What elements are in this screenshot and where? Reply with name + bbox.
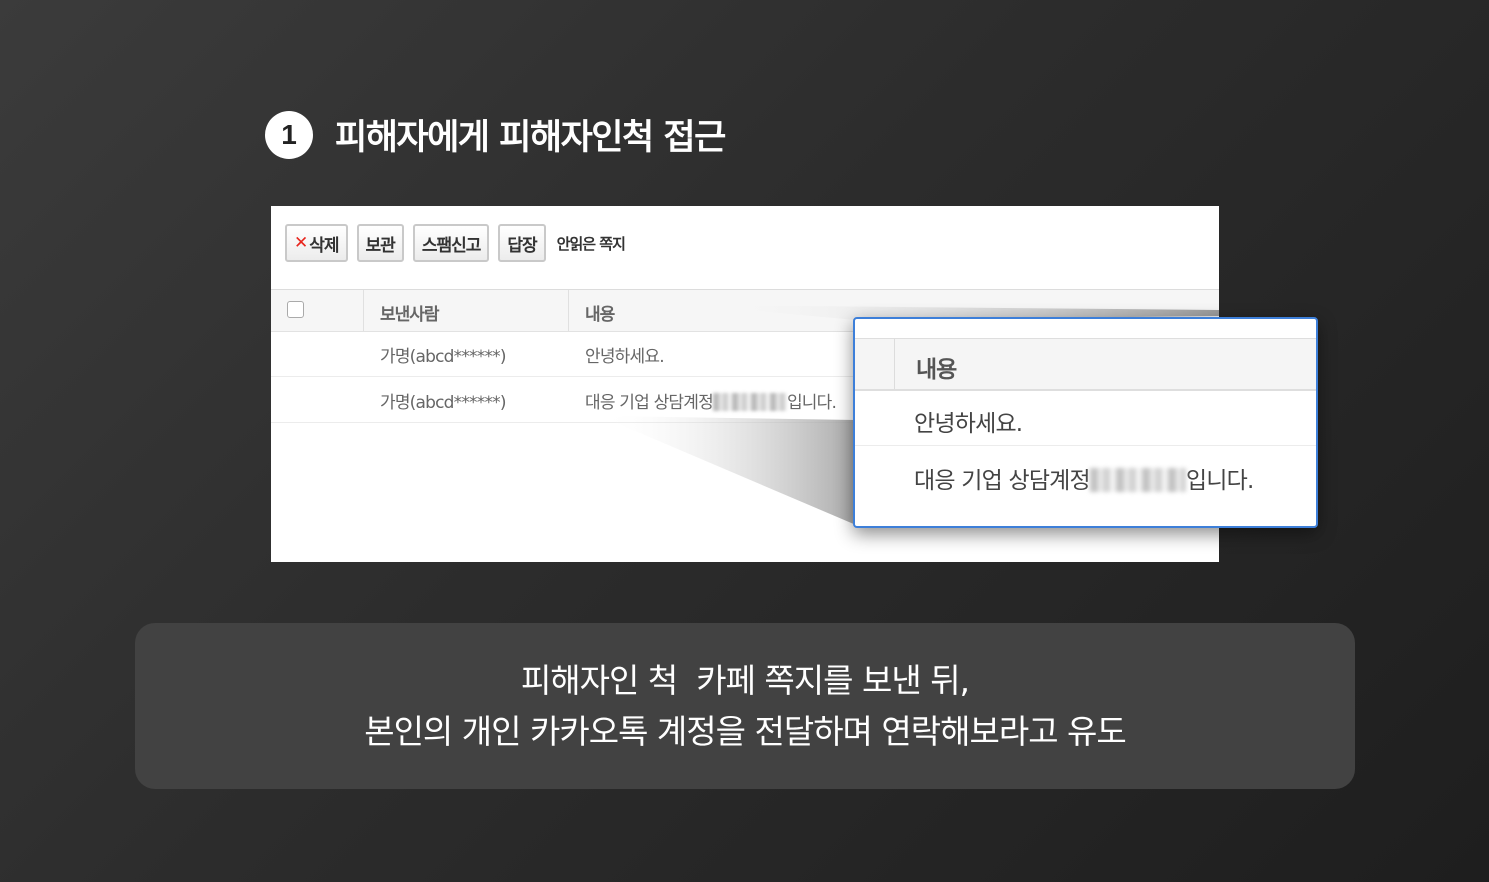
redacted-account-blur (1089, 468, 1186, 492)
explanation-caption: 피해자인 척 카페 쪽지를 보낸 뒤, 본인의 개인 카카오톡 계정을 전달하며… (135, 623, 1355, 789)
column-divider (894, 339, 895, 389)
zoom-row-text: 대응 기업 상담계정 (914, 468, 1091, 494)
zoom-row-account: 대응 기업 상담계정 입니다. (914, 461, 1254, 495)
zoom-beam-bottom (600, 416, 856, 525)
zoom-column-header-content: 내용 (916, 357, 957, 383)
caption-line-2: 본인의 개인 카카오톡 계정을 전달하며 연락해보라고 유도 (364, 712, 1127, 751)
zoom-row-text: 입니다. (1185, 468, 1254, 494)
zoom-row-divider (855, 445, 1316, 446)
zoom-row-greeting: 안녕하세요. (914, 411, 1023, 437)
zoom-callout: 내용 안녕하세요. 대응 기업 상담계정 입니다. (853, 317, 1318, 528)
zoom-header: 내용 (855, 338, 1316, 391)
caption-line-1: 피해자인 척 카페 쪽지를 보낸 뒤, (520, 661, 970, 700)
